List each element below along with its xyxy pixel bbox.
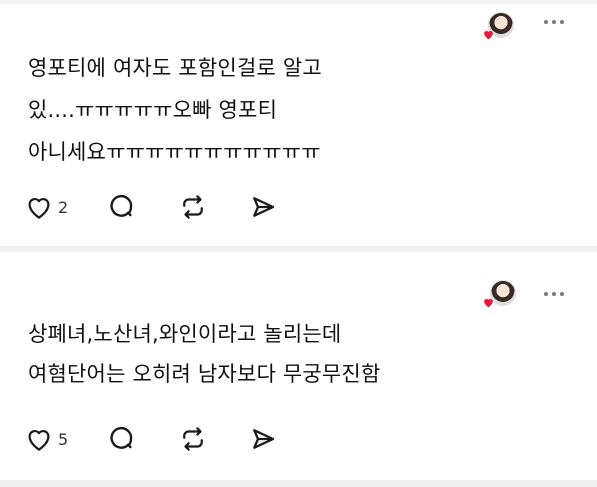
send-paper-plane-icon (253, 429, 275, 449)
like-button[interactable]: 5 (24, 424, 68, 454)
comment-post: 상폐녀,노산녀,와인이라고 놀리는데 여혐단어는 오히려 남자보다 무궁무진함 … (0, 252, 597, 480)
post-text: 상폐녀,노산녀,와인이라고 놀리는데 여혐단어는 오히려 남자보다 무궁무진함 (28, 318, 380, 390)
bottom-divider (0, 480, 597, 487)
send-paper-plane-icon (253, 197, 275, 217)
like-count: 2 (58, 197, 69, 217)
comment-button[interactable] (106, 424, 136, 454)
share-button[interactable] (248, 424, 278, 454)
repost-button[interactable] (178, 192, 208, 222)
post-text-line: 상폐녀,노산녀,와인이라고 놀리는데 (28, 322, 342, 346)
more-dot (544, 292, 548, 296)
repost-button[interactable] (178, 424, 208, 454)
more-options-button[interactable] (544, 20, 564, 24)
post-text-line: 여혐단어는 오히려 남자보다 무궁무진함 (28, 362, 381, 386)
post-text: 영포티에 여자도 포함인걸로 알고 있....ㅠㅠㅠㅠㅠ오빠 영포티 아니세요ㅠ… (28, 52, 322, 168)
comment-bubble-icon (110, 195, 133, 217)
share-button[interactable] (248, 192, 278, 222)
more-dot (544, 20, 548, 24)
post-text-line: 아니세요ㅠㅠㅠㅠㅠㅠㅠㅠㅠㅠㅠ (28, 140, 321, 164)
more-dot (560, 292, 564, 296)
more-dot (560, 20, 564, 24)
heart-outline-icon (28, 429, 50, 451)
heart-filled-icon (484, 298, 493, 308)
more-dot (552, 20, 556, 24)
comment-button[interactable] (106, 192, 136, 222)
post-text-line: 영포티에 여자도 포함인걸로 알고 (28, 56, 322, 80)
repost-arrows-icon (183, 427, 204, 451)
post-text-line: 있....ㅠㅠㅠㅠㅠ오빠 영포티 (28, 98, 278, 122)
action-bar: 2 (24, 192, 278, 222)
like-count: 5 (58, 429, 69, 449)
action-bar: 5 (24, 424, 278, 454)
more-options-button[interactable] (544, 292, 564, 296)
like-button[interactable]: 2 (24, 192, 68, 222)
more-dot (552, 292, 556, 296)
comment-bubble-icon (110, 427, 133, 449)
heart-filled-icon (484, 30, 493, 40)
heart-outline-icon (28, 197, 50, 219)
repost-arrows-icon (183, 195, 204, 219)
comment-post: 영포티에 여자도 포함인걸로 알고 있....ㅠㅠㅠㅠㅠ오빠 영포티 아니세요ㅠ… (0, 4, 597, 246)
